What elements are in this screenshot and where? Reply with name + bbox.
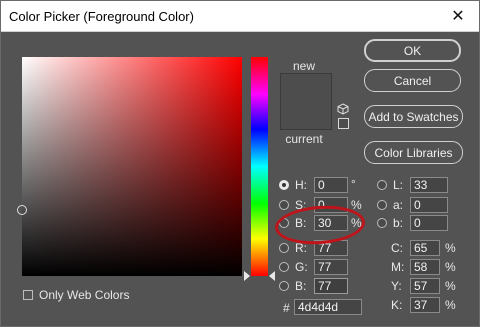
color-libraries-button[interactable]: Color Libraries (364, 141, 463, 164)
lab-a-input[interactable]: 0 (410, 197, 448, 213)
black-input[interactable]: 37 (410, 297, 440, 313)
green-input[interactable]: 77 (314, 259, 348, 275)
color-field-marker[interactable] (17, 205, 27, 215)
yellow-input[interactable]: 57 (410, 278, 440, 294)
lab-a-label: a: (393, 198, 404, 212)
color-field[interactable] (17, 57, 242, 276)
degree-unit: ° (351, 177, 356, 191)
blue-label: B: (295, 279, 307, 293)
green-radio[interactable] (279, 262, 289, 272)
current-color-label: current (285, 132, 323, 146)
web-safe-swatch[interactable] (338, 118, 349, 129)
blue-input[interactable]: 77 (314, 278, 348, 294)
highlight-annotation-ellipse (273, 202, 367, 248)
lab-b-input[interactable]: 0 (410, 215, 448, 231)
hex-input[interactable]: 4d4d4d (294, 299, 362, 315)
cyan-input[interactable]: 65 (410, 240, 440, 256)
hue-radio[interactable] (279, 180, 289, 190)
cyan-unit: % (445, 241, 456, 255)
only-web-colors-label[interactable]: Only Web Colors (39, 288, 129, 302)
new-color-label: new (292, 59, 315, 73)
black-unit: % (445, 298, 456, 312)
yellow-unit: % (445, 279, 456, 293)
lab-a-radio[interactable] (377, 200, 387, 210)
cyan-label: C: (391, 241, 403, 255)
only-web-colors-checkbox[interactable] (23, 290, 33, 300)
lab-l-input[interactable]: 33 (410, 177, 448, 193)
yellow-label: Y: (391, 279, 402, 293)
magenta-unit: % (445, 260, 456, 274)
color-picker-dialog: Color Picker (Foreground Color) ✕ new cu… (0, 0, 480, 327)
hue-input[interactable]: 0 (314, 177, 348, 193)
black-label: K: (391, 298, 403, 312)
title-bar: Color Picker (Foreground Color) ✕ (1, 1, 479, 32)
magenta-input[interactable]: 58 (410, 259, 440, 275)
magenta-label: M: (391, 260, 405, 274)
lab-l-label: L: (393, 178, 404, 192)
gamut-warning-cube-icon[interactable] (337, 103, 349, 115)
cancel-button[interactable]: Cancel (364, 69, 461, 92)
hue-slider[interactable] (251, 57, 268, 276)
hue-slider-right-arrow[interactable] (269, 271, 275, 281)
hue-slider-left-arrow[interactable] (244, 271, 250, 281)
lab-b-label: b: (393, 216, 404, 230)
red-radio[interactable] (279, 243, 289, 253)
lab-b-radio[interactable] (377, 218, 387, 228)
ok-button[interactable]: OK (364, 39, 461, 62)
add-to-swatches-button[interactable]: Add to Swatches (364, 105, 463, 128)
hue-label: H: (295, 178, 307, 192)
green-label: G: (295, 260, 308, 274)
close-icon: ✕ (451, 8, 465, 25)
saturation-radio[interactable] (279, 200, 289, 210)
close-button[interactable]: ✕ (447, 5, 469, 27)
hex-label: # (283, 301, 290, 315)
current-color-swatch[interactable] (280, 101, 332, 130)
lab-l-radio[interactable] (377, 180, 387, 190)
dialog-title: Color Picker (Foreground Color) (9, 9, 194, 24)
new-color-swatch (280, 73, 332, 103)
blue-radio[interactable] (279, 281, 289, 291)
